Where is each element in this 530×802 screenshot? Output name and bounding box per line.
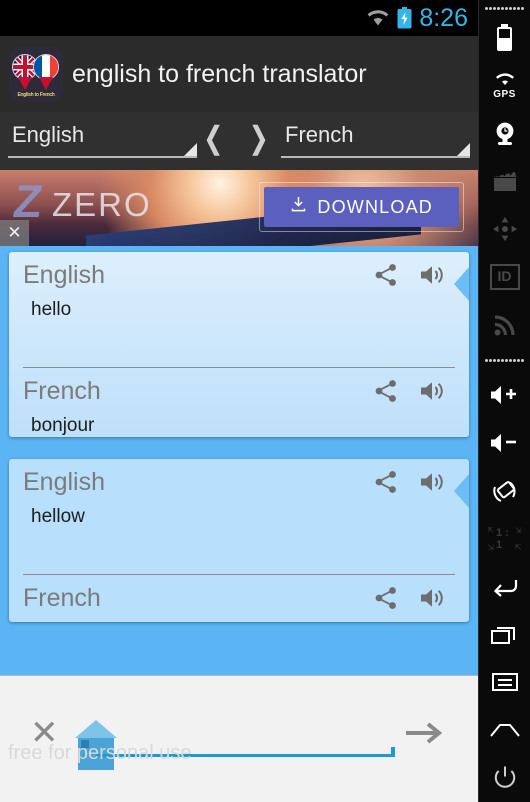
progress-end-cap	[391, 747, 395, 757]
ad-download-frame: DOWNLOAD	[259, 182, 464, 232]
translation-card[interactable]: English	[9, 459, 469, 622]
segment-spacer	[23, 528, 455, 574]
battery-charging-icon	[397, 7, 412, 29]
marker-roof	[75, 720, 117, 738]
dpad-icon[interactable]	[479, 205, 530, 253]
translation-list: English hello French bonjour English hel…	[0, 246, 478, 622]
rotate-icon[interactable]	[479, 467, 530, 515]
source-language-spinner[interactable]: English	[8, 120, 197, 162]
watermark-text: free for personal use	[8, 742, 192, 764]
ad-brand-word: ZERO	[52, 186, 152, 223]
emulator-sidebar: GPS ID ⇱ ⇲ ⇲ ⇱ 1: 1	[478, 0, 530, 802]
ad-close-button[interactable]: ✕	[0, 220, 29, 246]
ad-brand-mark: Z	[10, 175, 46, 227]
volume-speaker-icon[interactable]	[409, 258, 455, 292]
app-icon-caption: English to French	[17, 92, 55, 98]
segment-text: bonjour	[31, 415, 95, 436]
segment-language-label: English	[23, 467, 105, 496]
segment-text: hellow	[31, 506, 85, 527]
volume-speaker-icon[interactable]	[409, 374, 455, 408]
segment-language-label: French	[23, 376, 101, 405]
card-target-segment: French	[9, 368, 469, 437]
chevron-down-icon	[457, 143, 470, 156]
sidebar-divider-dots	[484, 355, 525, 366]
target-language-value: French	[285, 122, 354, 147]
sidebar-drag-handle[interactable]	[484, 3, 525, 14]
download-button-label: DOWNLOAD	[317, 196, 433, 217]
target-language-spinner[interactable]: French	[281, 120, 470, 162]
app-icon-english-to-french: English to French	[9, 47, 63, 101]
card-source-segment: English	[9, 459, 469, 574]
power-icon[interactable]	[479, 754, 530, 802]
swap-languages-button[interactable]: ❬ ❭	[197, 121, 281, 162]
segment-header: English	[23, 465, 455, 499]
spinner-underline	[8, 156, 197, 158]
gps-icon[interactable]: GPS	[479, 62, 530, 110]
bottom-overlay-sheet: ✕ free for personal use	[0, 675, 478, 802]
segment-language-label: English	[23, 260, 105, 289]
segment-header: French	[23, 374, 455, 408]
scale-one-to-one-icon[interactable]: ⇱ ⇲ ⇲ ⇱ 1 : 1	[479, 515, 530, 563]
clapperboard-icon[interactable]	[479, 157, 530, 205]
battery-icon[interactable]	[479, 14, 530, 62]
segment-spacer	[23, 321, 455, 367]
scale-ratio-label: 1 : 1	[496, 526, 509, 551]
segment-header: French	[23, 581, 455, 615]
segment-text	[23, 615, 455, 622]
status-bar: 8:26	[0, 0, 478, 36]
webcam-icon[interactable]	[479, 109, 530, 157]
next-arrow-icon[interactable]	[402, 720, 446, 751]
id-icon[interactable]: ID	[479, 253, 530, 301]
language-selector-row: English ❬ ❭ French	[0, 112, 478, 170]
home-icon[interactable]	[479, 706, 530, 754]
volume-down-icon[interactable]	[479, 419, 530, 467]
back-icon[interactable]	[479, 563, 530, 611]
recents-icon[interactable]	[479, 611, 530, 659]
device-screen: 8:26 English to French english to french…	[0, 0, 478, 802]
status-clock: 8:26	[419, 3, 468, 32]
source-language-value: English	[12, 122, 85, 147]
download-icon	[290, 196, 307, 218]
wifi-icon	[366, 9, 390, 27]
card-target-segment: French	[9, 575, 469, 622]
rss-icon[interactable]	[479, 301, 530, 349]
share-icon[interactable]	[363, 465, 409, 499]
share-icon[interactable]	[363, 374, 409, 408]
segment-language-label: French	[23, 583, 101, 612]
download-button[interactable]: DOWNLOAD	[264, 187, 459, 227]
share-icon[interactable]	[363, 581, 409, 615]
segment-text: hello	[31, 299, 72, 320]
gps-label: GPS	[493, 88, 516, 100]
menu-icon[interactable]	[479, 658, 530, 706]
share-icon[interactable]	[363, 258, 409, 292]
volume-speaker-icon[interactable]	[409, 465, 455, 499]
ad-banner[interactable]: Z ZERO DOWNLOAD ✕	[0, 170, 478, 246]
volume-speaker-icon[interactable]	[409, 581, 455, 615]
card-source-segment: English	[9, 252, 469, 367]
app-title: english to french translator	[72, 59, 367, 88]
app-bar: English to French english to french tran…	[0, 36, 478, 112]
segment-header: English	[23, 258, 455, 292]
translation-card[interactable]: English	[9, 252, 469, 437]
id-label: ID	[497, 267, 512, 284]
emulator-window: 8:26 English to French english to french…	[0, 0, 530, 802]
chevron-down-icon	[184, 143, 197, 156]
spinner-underline	[281, 156, 470, 158]
volume-up-icon[interactable]	[479, 371, 530, 419]
